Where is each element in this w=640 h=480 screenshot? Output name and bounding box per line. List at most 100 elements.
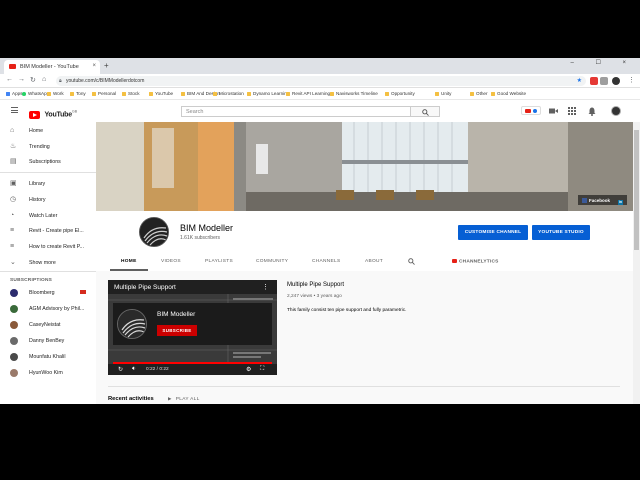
bookmark-item[interactable]: Navisworks Timeline [330, 91, 378, 96]
sidebar-item-label: Revit - Create pipe El... [29, 228, 84, 234]
subscription-label: HyunWoo Kim [29, 370, 63, 376]
sidebar-item[interactable]: ◷ History [0, 193, 96, 207]
bookmark-item[interactable]: Good Website [491, 91, 526, 96]
sidebar-item[interactable]: ▣ Library [0, 177, 96, 191]
fullscreen-icon[interactable]: ⛶ [260, 366, 264, 373]
account-avatar[interactable] [611, 106, 621, 116]
sidebar-item-label: Subscriptions [29, 159, 61, 165]
region-code: GB [71, 109, 78, 114]
subscription-item[interactable]: AGM Advisory by Phil... [0, 302, 96, 316]
tab-home[interactable]: HOME [121, 259, 137, 264]
sidebar-item[interactable]: ≡ How to create Revit P... [0, 240, 96, 254]
sidebar-item[interactable]: ⌄ Show more [0, 256, 96, 270]
notifications-bell-icon[interactable] [588, 107, 596, 116]
active-tab-indicator [110, 269, 148, 271]
bookmark-item[interactable]: Revit API Learning [286, 91, 330, 96]
settings-gear-icon[interactable]: ⚙ [246, 366, 251, 373]
apps-grid-icon[interactable] [568, 107, 576, 115]
bookmark-item[interactable]: Unity [435, 91, 451, 96]
subscriptions-icon: ▤ [10, 158, 17, 165]
customise-channel-button[interactable]: CUSTOMISE CHANNEL [458, 225, 528, 240]
create-video-icon[interactable] [549, 107, 558, 115]
subscription-item[interactable]: CaseyNeistat [0, 318, 96, 332]
tab-videos[interactable]: VIDEOS [161, 259, 181, 264]
bookmark-item[interactable]: Opportunity [385, 91, 415, 96]
replay-icon[interactable]: ↻ [118, 366, 123, 373]
tab-community[interactable]: COMMUNITY [256, 259, 288, 264]
sidebar-item[interactable]: ≡ Revit - Create pipe El... [0, 224, 96, 238]
window-controls[interactable]: – ☐ × [570, 59, 636, 66]
social-links[interactable]: Facebook in [577, 195, 627, 205]
profile-icon[interactable] [612, 77, 620, 85]
end-screen-channel-name: BIM Modeller [157, 311, 196, 318]
bookmark-item[interactable]: Dynamo Learning [247, 91, 289, 96]
sidebar-item[interactable]: ⌂ Home [0, 124, 96, 138]
featured-video-player[interactable]: Multiple Pipe Support ⋮ BIM Modeller SUB… [108, 280, 277, 375]
featured-video-meta: 2,247 views • 3 years ago [287, 294, 342, 299]
subscribe-button[interactable]: SUBSCRIBE [157, 325, 197, 336]
bookmark-item[interactable]: Apps [6, 91, 22, 96]
bookmark-star-icon[interactable]: ★ [577, 77, 582, 84]
extension-badge-icon[interactable] [521, 106, 541, 115]
youtube-masthead: YouTubeGB Search [0, 100, 640, 122]
address-bar[interactable]: 🔒︎ youtube.com/c/BIMModellerdotcom ★ [56, 76, 586, 86]
channel-avatar[interactable] [139, 217, 169, 247]
browser-tab[interactable]: BIM Modeller - YouTube × [4, 60, 100, 74]
subscription-item[interactable]: Bloomberg [0, 286, 96, 300]
end-screen-avatar[interactable] [117, 309, 147, 339]
linkedin-icon[interactable]: in [618, 200, 623, 205]
bookmark-item[interactable]: Stock [122, 91, 140, 96]
play-all-button[interactable]: PLAY ALL [168, 396, 200, 402]
page-scrollbar[interactable] [633, 122, 640, 404]
reload-icon[interactable]: ↻ [30, 76, 36, 84]
video-overlay-title: Multiple Pipe Support [114, 284, 176, 291]
tab-about[interactable]: ABOUT [365, 259, 383, 264]
channelytics-button[interactable]: CHANNELYTICS [452, 259, 499, 265]
video-time: 0:22 / 0:22 [146, 367, 169, 372]
new-tab-button[interactable]: + [104, 61, 109, 70]
bookmark-item[interactable]: YouTube [149, 91, 173, 96]
bookmark-item[interactable]: WhatsApp [22, 91, 49, 96]
featured-video-description: This family consist ten pipe support and… [287, 308, 407, 313]
channel-search-icon[interactable] [408, 258, 415, 265]
extension-icon[interactable] [590, 77, 598, 85]
bookmark-item[interactable]: Work [47, 91, 64, 96]
bookmark-item[interactable]: Microstation [213, 91, 244, 96]
sidebar-item[interactable]: ◔ Watch Later [0, 209, 96, 223]
forward-icon[interactable]: → [18, 76, 25, 83]
tab-playlists[interactable]: PLAYLISTS [205, 259, 233, 264]
bookmark-item[interactable]: Personal [92, 91, 116, 96]
video-progress-bar[interactable] [113, 362, 272, 364]
video-more-icon[interactable]: ⋮ [262, 283, 269, 291]
back-icon[interactable]: ← [6, 76, 13, 83]
scrollbar-thumb[interactable] [634, 130, 639, 250]
facebook-link[interactable]: Facebook [589, 198, 610, 203]
search-icon [422, 109, 429, 116]
close-tab-icon[interactable]: × [92, 63, 96, 69]
tab-channels[interactable]: CHANNELS [312, 259, 341, 264]
chevron-down-icon: ⌄ [10, 259, 16, 266]
sidebar-item-label: How to create Revit P... [29, 244, 84, 250]
browser-window: BIM Modeller - YouTube × + – ☐ × ← → ↻ ⌂… [0, 58, 640, 404]
bookmark-item[interactable]: Other [470, 91, 488, 96]
subscription-label: AGM Advisory by Phil... [29, 306, 85, 312]
hamburger-menu-icon[interactable] [11, 107, 18, 115]
tab-strip: BIM Modeller - YouTube × + – ☐ × [0, 58, 640, 74]
sidebar-item[interactable]: ♨ Trending [0, 140, 96, 154]
end-screen-card[interactable]: BIM Modeller SUBSCRIBE [113, 303, 272, 345]
subscription-item[interactable]: Danny BenBey [0, 334, 96, 348]
youtube-studio-button[interactable]: YOUTUBE STUDIO [532, 225, 590, 240]
home-browser-icon[interactable]: ⌂ [42, 76, 46, 83]
subscription-item[interactable]: HyunWoo Kim [0, 366, 96, 380]
featured-video-title[interactable]: Multiple Pipe Support [287, 282, 344, 288]
subscription-item[interactable]: Mounfatu Khalil [0, 350, 96, 364]
bookmark-item[interactable]: Tony [70, 91, 86, 96]
sidebar-item[interactable]: ▤ Subscriptions [0, 155, 96, 169]
volume-icon[interactable]: 🔉︎ [132, 366, 136, 373]
menu-icon[interactable]: ⋮ [628, 76, 635, 84]
subscription-label: Mounfatu Khalil [29, 354, 66, 360]
search-input[interactable]: Search [181, 106, 411, 117]
sidebar-item-label: Trending [29, 144, 50, 150]
search-button[interactable] [411, 106, 440, 117]
extension-icon[interactable] [600, 77, 608, 85]
